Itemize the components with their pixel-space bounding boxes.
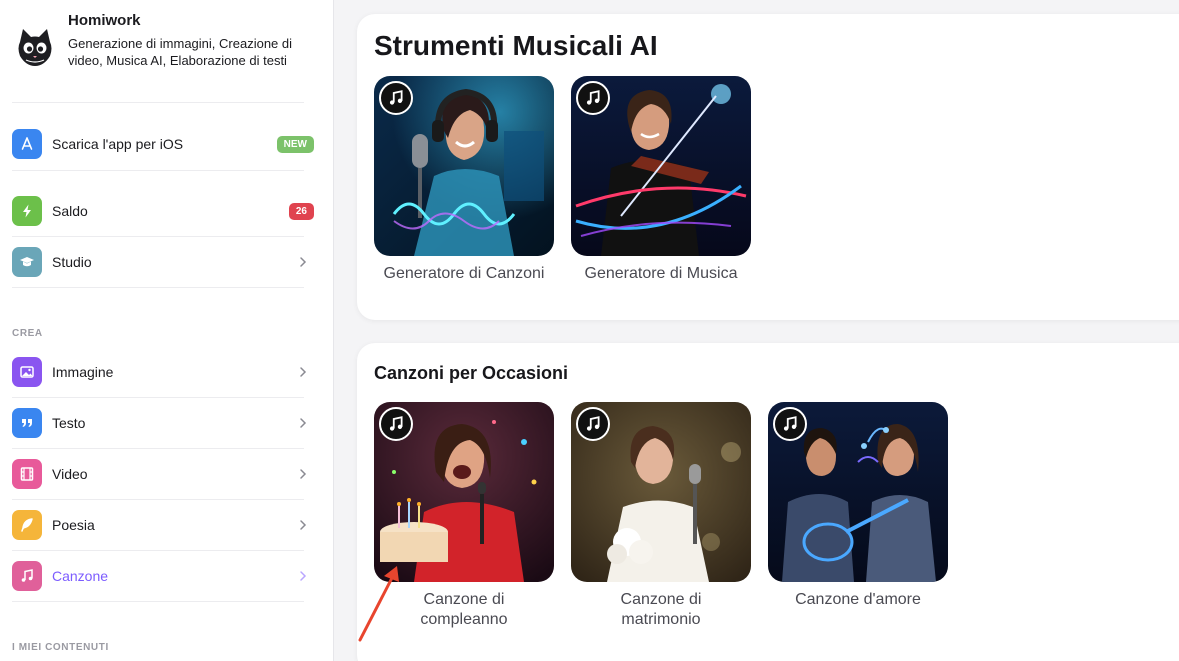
sidebar-item-label: Studio: [52, 254, 92, 270]
lightning-icon: [12, 196, 42, 226]
sidebar-item-label: Testo: [52, 415, 86, 431]
tile-thumbnail: [571, 402, 751, 582]
chevron-right-icon: [300, 520, 307, 530]
tile-birthday-song[interactable]: Canzone di compleanno: [374, 402, 554, 630]
balance-count-badge: 26: [288, 202, 314, 220]
tile-music-generator[interactable]: Generatore di Musica: [571, 76, 751, 284]
brand-header: Homiwork Generazione di immagini, Creazi…: [12, 10, 312, 102]
chevron-right-icon: [300, 571, 307, 581]
music-note-icon: [379, 407, 413, 441]
occasion-songs-card: Canzoni per Occasioni Canzone di complea…: [357, 343, 1179, 661]
section-title: Strumenti Musicali AI: [374, 30, 658, 61]
film-icon: [12, 459, 42, 489]
tile-wedding-song[interactable]: Canzone di matrimonio: [571, 402, 751, 630]
app-store-icon: [12, 129, 42, 159]
tile-thumbnail: [571, 76, 751, 256]
tile-thumbnail: [768, 402, 948, 582]
music-note-icon: [773, 407, 807, 441]
sidebar: Homiwork Generazione di immagini, Creazi…: [0, 0, 334, 661]
tile-thumbnail: [374, 76, 554, 256]
sidebar-item-label: Saldo: [52, 203, 88, 219]
cat-logo-icon: [18, 29, 52, 66]
tile-label: Canzone di matrimonio: [620, 591, 702, 628]
section-label-my-content: I MIEI CONTENUTI: [12, 642, 109, 653]
feather-icon: [12, 510, 42, 540]
divider: [12, 601, 304, 602]
sidebar-item-label: Poesia: [52, 517, 95, 533]
section-title: Canzoni per Occasioni: [374, 363, 569, 383]
tile-label: Generatore di Canzoni: [383, 265, 545, 282]
divider: [12, 550, 304, 551]
music-note-icon: [12, 561, 42, 591]
tile-label: Generatore di Musica: [584, 265, 738, 282]
tile-label: Canzone di compleanno: [420, 591, 508, 628]
sidebar-item-label: Canzone: [52, 568, 109, 584]
quote-icon: [12, 408, 42, 438]
divider: [12, 448, 304, 449]
sidebar-item-immagine[interactable]: Immagine: [12, 356, 318, 388]
sidebar-item-saldo[interactable]: Saldo 26: [12, 195, 318, 227]
sidebar-item-label: Scarica l'app per iOS: [52, 136, 184, 152]
chevron-right-icon: [300, 469, 307, 479]
section-label-create: CREA: [12, 328, 43, 339]
sidebar-item-canzone[interactable]: Canzone: [12, 560, 318, 592]
music-note-icon: [379, 81, 413, 115]
sidebar-item-label: Video: [52, 466, 88, 482]
graduation-cap-icon: [12, 247, 42, 277]
sidebar-item-label: Immagine: [52, 364, 114, 380]
brand-name: Homiwork: [68, 12, 141, 29]
sidebar-item-ios-app[interactable]: Scarica l'app per iOS NEW: [12, 128, 318, 160]
divider: [12, 499, 304, 500]
divider: [12, 102, 304, 103]
tile-label: Canzone d'amore: [795, 591, 921, 608]
sidebar-item-poesia[interactable]: Poesia: [12, 509, 318, 541]
tile-song-generator[interactable]: Generatore di Canzoni: [374, 76, 554, 284]
divider: [12, 170, 304, 171]
sidebar-item-video[interactable]: Video: [12, 458, 318, 490]
brand-description: Generazione di immagini, Creazione di vi…: [68, 36, 293, 68]
divider: [12, 287, 304, 288]
sidebar-item-studio[interactable]: Studio: [12, 246, 318, 278]
tile-thumbnail: [374, 402, 554, 582]
music-note-icon: [576, 81, 610, 115]
sidebar-item-testo[interactable]: Testo: [12, 407, 318, 439]
divider: [12, 397, 304, 398]
new-badge: NEW: [276, 135, 314, 153]
tile-love-song[interactable]: Canzone d'amore: [768, 402, 948, 610]
music-note-icon: [576, 407, 610, 441]
chevron-right-icon: [300, 257, 307, 267]
divider: [12, 236, 304, 237]
chevron-right-icon: [300, 367, 307, 377]
chevron-right-icon: [300, 418, 307, 428]
image-icon: [12, 357, 42, 387]
ai-music-tools-card: Strumenti Musicali AI Generatore di Canz…: [357, 14, 1179, 320]
